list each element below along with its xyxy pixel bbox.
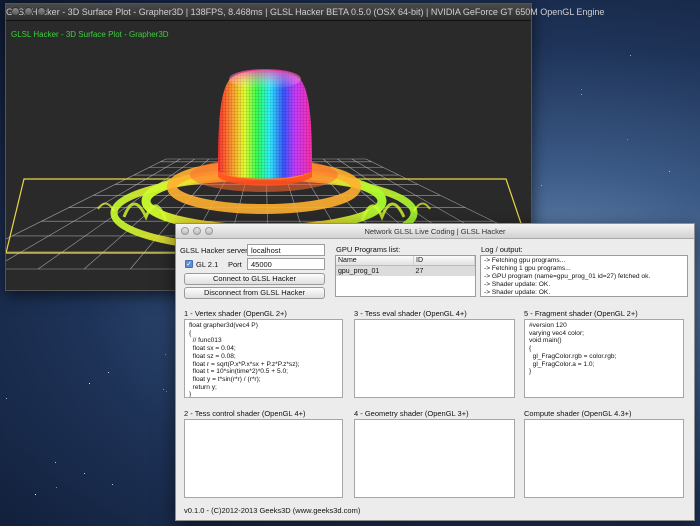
star: [581, 93, 583, 95]
window-title: GLSL Hacker - 3D Surface Plot - Grapher3…: [6, 7, 605, 17]
zoom-window-button[interactable]: [205, 227, 213, 235]
column-header-name[interactable]: Name: [336, 256, 415, 266]
tess-control-shader-editor[interactable]: [184, 419, 343, 498]
gl-version-label: GL 2.1: [196, 260, 219, 269]
geometry-shader-editor[interactable]: [354, 419, 515, 498]
port-label: Port: [228, 260, 242, 269]
port-input[interactable]: 45000: [247, 258, 325, 270]
star: [627, 139, 629, 141]
tess-eval-shader-editor[interactable]: [354, 319, 515, 398]
gpu-programs-list[interactable]: Name ID gpu_prog_01 27: [335, 255, 476, 297]
log-line: -> Fetching 1 gpu programs...: [484, 265, 571, 272]
compute-shader-label: Compute shader (OpenGL 4.3+): [524, 409, 632, 418]
minimize-window-button[interactable]: [24, 7, 33, 16]
live-coding-titlebar[interactable]: Network GLSL Live Coding | GLSL Hacker: [176, 224, 694, 239]
window-title: Network GLSL Live Coding | GLSL Hacker: [364, 226, 506, 236]
gpu-programs-label: GPU Programs list:: [336, 245, 401, 254]
star: [108, 371, 110, 373]
server-input[interactable]: localhost: [247, 244, 325, 256]
log-output[interactable]: -> Fetching gpu programs... -> Fetching …: [480, 255, 688, 297]
server-label: GLSL Hacker server: [180, 246, 248, 255]
star: [55, 462, 56, 464]
connect-button[interactable]: Connect to GLSL Hacker: [184, 273, 325, 285]
program-id-cell: 27: [413, 265, 475, 276]
star: [5, 397, 7, 399]
star: [55, 487, 57, 489]
program-name-cell: gpu_prog_01: [336, 265, 414, 276]
compute-shader-editor[interactable]: [524, 419, 684, 498]
footer-copyright: v0.1.0 - (C)2012-2013 Geeks3D (www.geeks…: [184, 506, 361, 515]
star: [165, 390, 167, 392]
log-line: -> Shader update: OK.: [484, 281, 551, 288]
close-window-button[interactable]: [181, 227, 189, 235]
close-window-button[interactable]: [11, 7, 20, 16]
log-label: Log / output:: [481, 245, 523, 254]
column-header-id[interactable]: ID: [413, 256, 475, 266]
viewport-overlay-title: GLSL Hacker - 3D Surface Plot - Grapher3…: [11, 30, 169, 39]
log-line: -> GPU program (name=gpu_prog_01 id=27) …: [484, 273, 651, 280]
glsl-hacker-titlebar[interactable]: GLSL Hacker - 3D Surface Plot - Grapher3…: [6, 4, 605, 21]
star: [89, 383, 91, 385]
fragment-shader-label: 5 - Fragment shader (OpenGL 2+): [524, 309, 638, 318]
tess-eval-shader-label: 3 - Tess eval shader (OpenGL 4+): [354, 309, 467, 318]
minimize-window-button[interactable]: [193, 227, 201, 235]
star: [541, 185, 542, 186]
star: [35, 494, 37, 495]
geometry-shader-label: 4 - Geometry shader (OpenGL 3+): [354, 409, 469, 418]
star: [630, 55, 632, 57]
zoom-window-button[interactable]: [37, 7, 46, 16]
log-line: -> Shader update: OK.: [484, 289, 551, 296]
vertex-shader-editor[interactable]: float grapher3d(vec4 P) { // func013 flo…: [184, 319, 343, 398]
fragment-shader-editor[interactable]: #version 120 varying vec4 color; void ma…: [524, 319, 684, 398]
star: [84, 472, 86, 474]
star: [163, 389, 164, 391]
vertex-shader-label: 1 - Vertex shader (OpenGL 2+): [184, 309, 287, 318]
star: [111, 484, 113, 486]
star: [668, 170, 670, 172]
star: [581, 88, 583, 90]
table-row[interactable]: gpu_prog_01 27: [336, 265, 475, 276]
star: [164, 353, 166, 355]
live-coding-window: Network GLSL Live Coding | GLSL Hacker G…: [175, 223, 695, 521]
tess-control-shader-label: 2 - Tess control shader (OpenGL 4+): [184, 409, 306, 418]
log-line: -> Fetching gpu programs...: [484, 257, 566, 264]
gl-version-checkbox[interactable]: ✓: [185, 260, 193, 268]
disconnect-button[interactable]: Disconnect from GLSL Hacker: [184, 287, 325, 299]
